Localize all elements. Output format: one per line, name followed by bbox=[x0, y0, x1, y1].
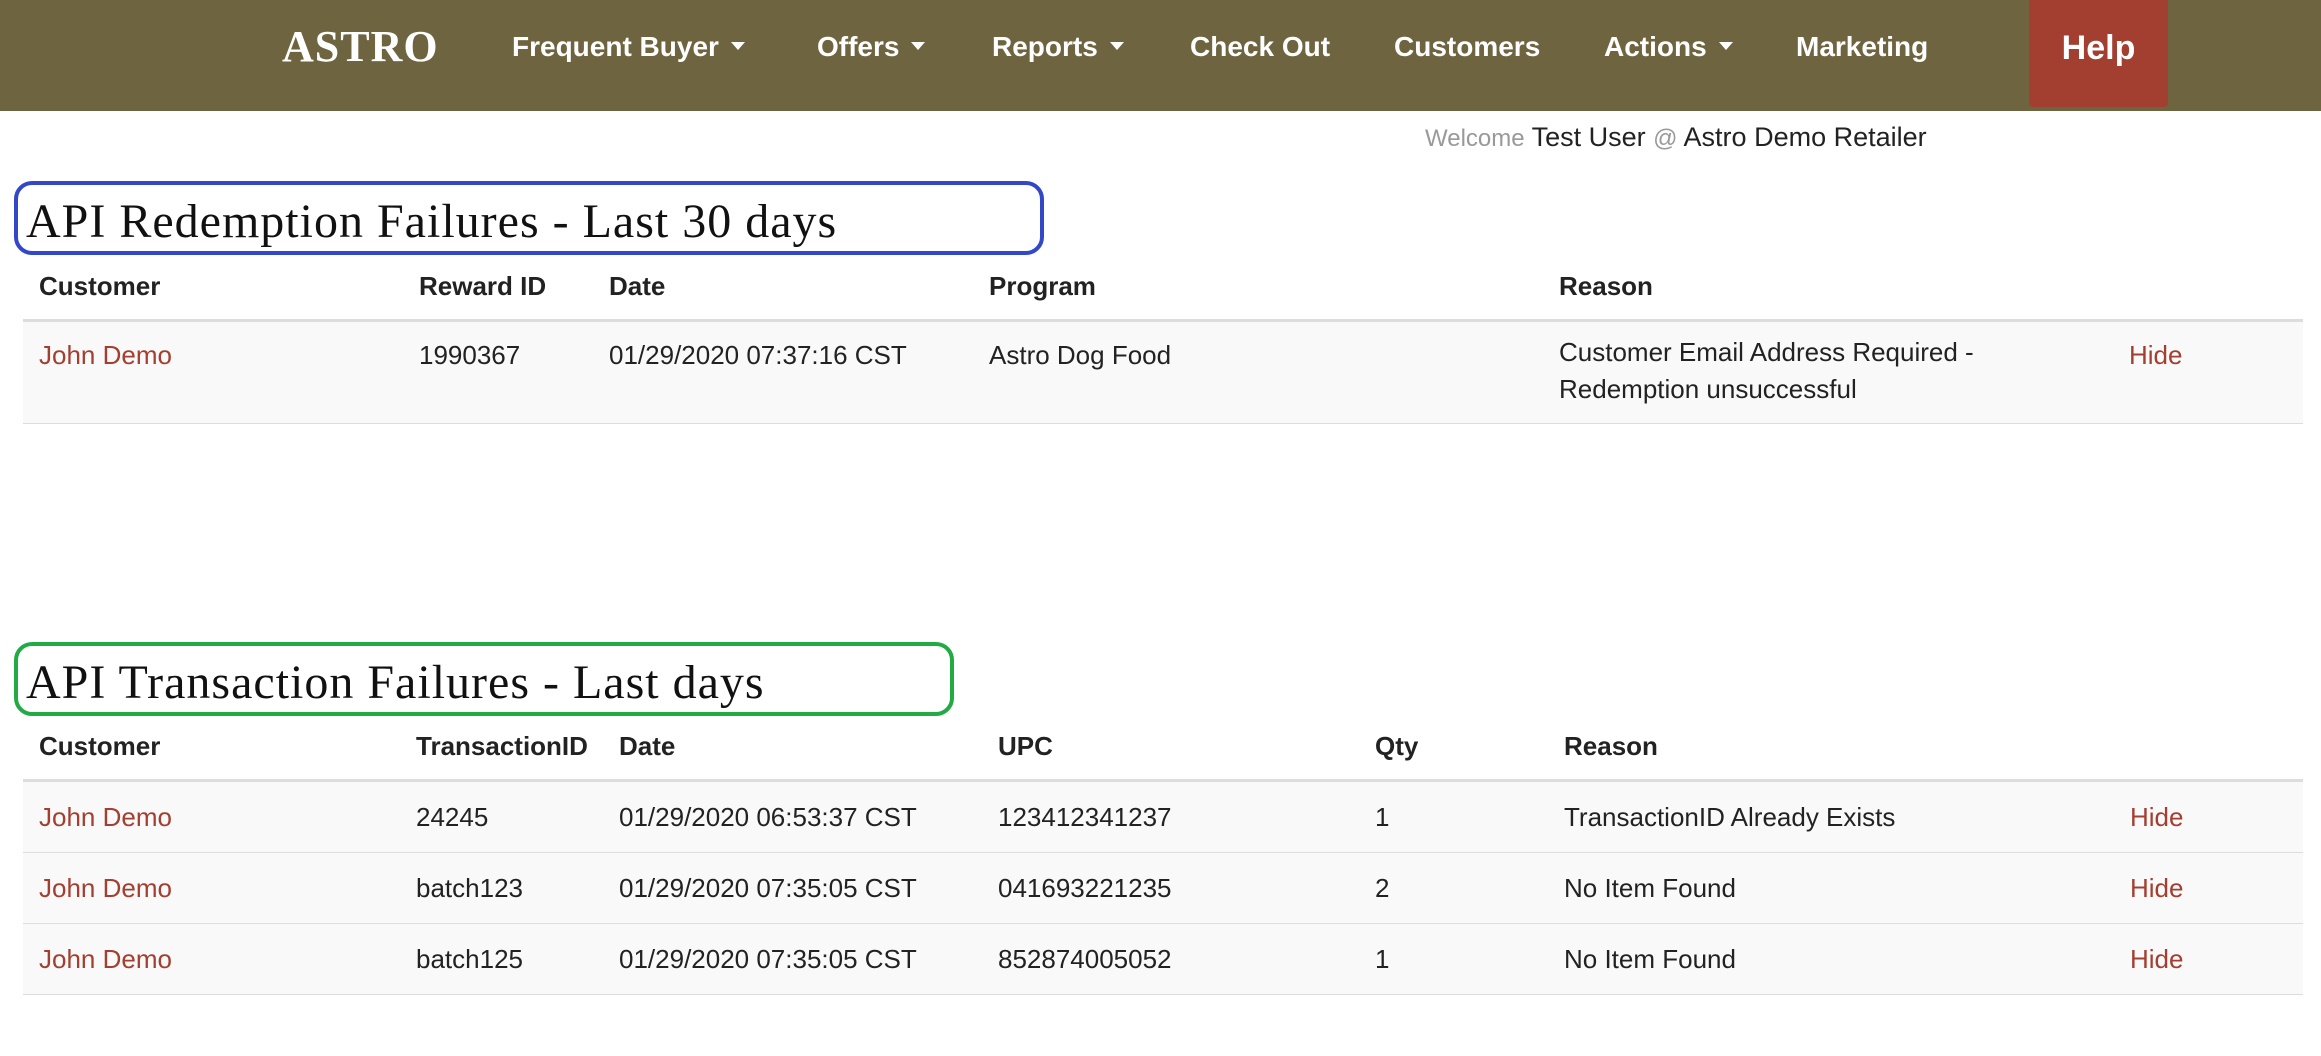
table-row: John Demo 1990367 01/29/2020 07:37:16 CS… bbox=[23, 322, 2303, 424]
col-reward-id: Reward ID bbox=[419, 271, 547, 301]
customer-link[interactable]: John Demo bbox=[39, 802, 172, 833]
top-navbar: ASTRO Frequent Buyer Offers Reports Chec… bbox=[0, 0, 2321, 111]
transaction-id-cell: batch125 bbox=[416, 944, 523, 974]
nav-actions-label: Actions bbox=[1604, 31, 1707, 62]
col-transaction-id: TransactionID bbox=[416, 731, 588, 761]
col-program: Program bbox=[989, 271, 1096, 301]
nav-marketing[interactable]: Marketing bbox=[1796, 25, 1928, 69]
nav-check-out-label: Check Out bbox=[1190, 31, 1331, 62]
upc-cell: 852874005052 bbox=[998, 944, 1172, 974]
redemption-failures-table: Customer Reward ID Date Program Reason J… bbox=[23, 259, 2303, 424]
nav-reports-label: Reports bbox=[992, 31, 1098, 62]
hide-link[interactable]: Hide bbox=[2130, 873, 2183, 904]
table-row: John Demo 24245 01/29/2020 06:53:37 CST … bbox=[23, 782, 2303, 853]
reward-id-cell: 1990367 bbox=[419, 340, 521, 370]
hide-link[interactable]: Hide bbox=[2130, 944, 2183, 975]
nav-frequent-buyer[interactable]: Frequent Buyer bbox=[512, 25, 745, 69]
nav-offers[interactable]: Offers bbox=[817, 25, 926, 69]
welcome-user: Test User bbox=[1531, 122, 1646, 152]
qty-cell: 1 bbox=[1375, 944, 1390, 974]
welcome-at: @ bbox=[1653, 125, 1678, 152]
table-header-row: Customer Reward ID Date Program Reason bbox=[23, 259, 2303, 322]
help-button[interactable]: Help bbox=[2029, 0, 2168, 107]
transaction-id-cell: 24245 bbox=[416, 802, 489, 832]
welcome-prefix: Welcome bbox=[1425, 125, 1525, 152]
welcome-retailer: Astro Demo Retailer bbox=[1683, 122, 1927, 152]
nav-check-out[interactable]: Check Out bbox=[1190, 25, 1330, 69]
nav-reports[interactable]: Reports bbox=[992, 25, 1124, 69]
reason-cell: Customer Email Address Required - Redemp… bbox=[1559, 337, 1974, 404]
table-row: John Demo batch125 01/29/2020 07:35:05 C… bbox=[23, 924, 2303, 995]
redemption-failures-title: API Redemption Failures - Last 30 days bbox=[14, 181, 1044, 255]
nav-customers[interactable]: Customers bbox=[1394, 25, 1540, 69]
col-customer: Customer bbox=[39, 731, 161, 761]
nav-offers-label: Offers bbox=[817, 31, 900, 62]
date-cell: 01/29/2020 07:35:05 CST bbox=[619, 873, 917, 903]
transaction-failures-title: API Transaction Failures - Last days bbox=[14, 642, 954, 716]
customer-link[interactable]: John Demo bbox=[39, 944, 172, 975]
customer-link[interactable]: John Demo bbox=[39, 340, 172, 371]
table-row: John Demo batch123 01/29/2020 07:35:05 C… bbox=[23, 853, 2303, 924]
nav-customers-label: Customers bbox=[1394, 31, 1541, 62]
col-date: Date bbox=[609, 271, 666, 301]
date-cell: 01/29/2020 07:37:16 CST bbox=[609, 340, 907, 370]
col-customer: Customer bbox=[39, 271, 161, 301]
upc-cell: 041693221235 bbox=[998, 873, 1172, 903]
upc-cell: 123412341237 bbox=[998, 802, 1172, 832]
col-qty: Qty bbox=[1375, 731, 1419, 761]
col-date: Date bbox=[619, 731, 676, 761]
qty-cell: 2 bbox=[1375, 873, 1390, 903]
nav-marketing-label: Marketing bbox=[1796, 31, 1929, 62]
reason-cell: No Item Found bbox=[1564, 944, 1736, 974]
reason-cell: No Item Found bbox=[1564, 873, 1736, 903]
caret-down-icon bbox=[911, 41, 926, 50]
col-upc: UPC bbox=[998, 731, 1053, 761]
caret-down-icon bbox=[1718, 41, 1733, 50]
col-reason: Reason bbox=[1559, 271, 1653, 301]
caret-down-icon bbox=[730, 41, 745, 50]
date-cell: 01/29/2020 06:53:37 CST bbox=[619, 802, 917, 832]
welcome-message: Welcome Test User @ Astro Demo Retailer bbox=[1425, 120, 1927, 154]
caret-down-icon bbox=[1109, 41, 1124, 50]
astro-logo[interactable]: ASTRO bbox=[282, 22, 439, 72]
program-cell: Astro Dog Food bbox=[989, 340, 1172, 370]
nav-actions[interactable]: Actions bbox=[1604, 25, 1733, 69]
col-reason: Reason bbox=[1564, 731, 1658, 761]
nav-frequent-buyer-label: Frequent Buyer bbox=[512, 31, 719, 62]
transaction-id-cell: batch123 bbox=[416, 873, 523, 903]
qty-cell: 1 bbox=[1375, 802, 1390, 832]
transaction-failures-table: Customer TransactionID Date UPC Qty Reas… bbox=[23, 719, 2303, 995]
table-header-row: Customer TransactionID Date UPC Qty Reas… bbox=[23, 719, 2303, 782]
date-cell: 01/29/2020 07:35:05 CST bbox=[619, 944, 917, 974]
hide-link[interactable]: Hide bbox=[2129, 340, 2182, 371]
reason-cell: TransactionID Already Exists bbox=[1564, 802, 1896, 832]
customer-link[interactable]: John Demo bbox=[39, 873, 172, 904]
hide-link[interactable]: Hide bbox=[2130, 802, 2183, 833]
